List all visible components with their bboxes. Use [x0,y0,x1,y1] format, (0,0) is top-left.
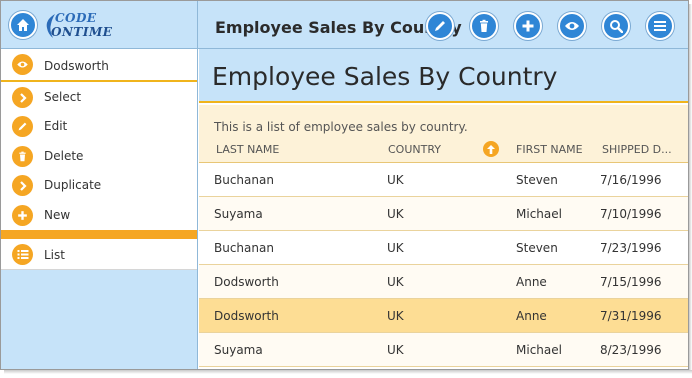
search-button[interactable] [602,12,630,40]
cell-first-name: Anne [516,309,547,323]
sidebar-item-label: New [44,208,71,222]
arrow-up-icon [487,144,495,154]
sidebar-item-label: Delete [44,149,84,163]
cell-country: UK [387,241,404,255]
new-badge [12,205,33,226]
cell-first-name: Steven [516,241,558,255]
chevron-right-icon [19,92,27,103]
sidebar-item-list[interactable]: List [1,239,197,270]
column-header-country[interactable]: COUNTRY [388,143,441,156]
duplicate-badge [12,175,33,196]
list-badge [12,244,33,265]
grid-description: This is a list of employee sales by coun… [214,120,468,134]
cell-last-name: Buchanan [214,241,274,255]
cell-country: UK [387,309,404,323]
grid-header-area: This is a list of employee sales by coun… [199,105,688,163]
new-button[interactable] [514,12,542,40]
plus-icon [522,20,534,32]
page-title: Employee Sales By Country [212,62,558,91]
cell-country: UK [387,343,404,357]
cell-shipped-date: 7/23/1996 [600,241,662,255]
cell-last-name: Suyama [214,343,263,357]
table-row[interactable]: Buchanan UK Steven 7/16/1996 [199,163,688,197]
select-badge [12,87,33,108]
sidebar: Dodsworth Select Edit Delete Duplicate N… [1,49,198,369]
sidebar-context-item[interactable]: Dodsworth [1,49,197,82]
sort-ascending-indicator[interactable] [483,141,499,157]
cell-first-name: Anne [516,275,547,289]
plus-icon [18,211,27,220]
cell-last-name: Dodsworth [214,309,279,323]
edit-button[interactable] [426,12,454,40]
table-row[interactable]: Suyama UK Michael 7/10/1996 [199,197,688,231]
sidebar-item-label: List [44,248,65,262]
app-title: Employee Sales By Country [215,18,462,37]
view-button[interactable] [558,12,586,40]
cell-first-name: Michael [516,207,562,221]
table-row[interactable]: Dodsworth UK Anne 7/15/1996 [199,265,688,299]
home-button[interactable] [9,11,37,39]
table-row[interactable]: Dodsworth UK Anne 7/31/1996 [199,299,688,333]
main-content: Employee Sales By Country This is a list… [199,49,688,369]
sidebar-item-label: Select [44,90,82,104]
cell-first-name: Michael [516,343,562,357]
sidebar-item-duplicate[interactable]: Duplicate [1,171,197,200]
edit-badge [12,116,33,137]
sidebar-item-label: Duplicate [44,178,102,192]
sidebar-item-label: Edit [44,119,68,133]
pencil-icon [18,122,27,131]
cell-shipped-date: 7/15/1996 [600,275,662,289]
sidebar-actions: Select Edit Delete Duplicate New [1,82,197,230]
pencil-icon [435,21,445,31]
sidebar-item-new[interactable]: New [1,201,197,230]
table-row[interactable]: Buchanan UK Steven 7/23/1996 [199,231,688,265]
home-icon [17,19,29,31]
eye-icon [17,61,28,68]
table-row[interactable]: Suyama UK Michael 8/23/1996 [199,333,688,367]
logo-text-code: CODE [55,11,97,25]
chevron-right-icon [19,180,27,191]
cell-last-name: Suyama [214,207,263,221]
window-shadow-bottom [4,370,692,374]
cell-last-name: Buchanan [214,173,274,187]
column-header-last-name[interactable]: LAST NAME [216,143,279,156]
context-eye-badge [12,54,33,75]
eye-icon [565,22,579,30]
cell-first-name: Steven [516,173,558,187]
cell-shipped-date: 7/16/1996 [600,173,662,187]
column-header-first-name[interactable]: FIRST NAME [516,143,583,156]
sidebar-item-edit[interactable]: Edit [1,112,197,141]
sidebar-item-delete[interactable]: Delete [1,142,197,171]
list-icon [17,250,28,259]
search-icon [610,20,623,33]
page-title-bar: Employee Sales By Country [199,49,688,103]
logo-area: CODE ONTIME [1,1,198,49]
hamburger-icon [654,21,666,31]
sidebar-divider [1,230,197,239]
app-window: CODE ONTIME Employee Sales By Country Do… [0,0,689,370]
trash-icon [480,19,488,32]
delete-button[interactable] [470,12,498,40]
cell-shipped-date: 7/10/1996 [600,207,662,221]
top-bar: CODE ONTIME Employee Sales By Country [1,1,688,49]
logo-text-ontime: ONTIME [51,25,113,39]
cell-shipped-date: 7/31/1996 [600,309,662,323]
cell-last-name: Dodsworth [214,275,279,289]
code-ontime-logo: CODE ONTIME [43,10,112,42]
sidebar-item-select[interactable]: Select [1,83,197,112]
cell-country: UK [387,275,404,289]
context-item-label: Dodsworth [44,59,109,73]
menu-button[interactable] [646,12,674,40]
delete-badge [12,146,33,167]
cell-country: UK [387,207,404,221]
cell-shipped-date: 8/23/1996 [600,343,662,357]
column-header-shipped-date[interactable]: SHIPPED D... [602,143,672,156]
cell-country: UK [387,173,404,187]
trash-icon [19,151,26,162]
